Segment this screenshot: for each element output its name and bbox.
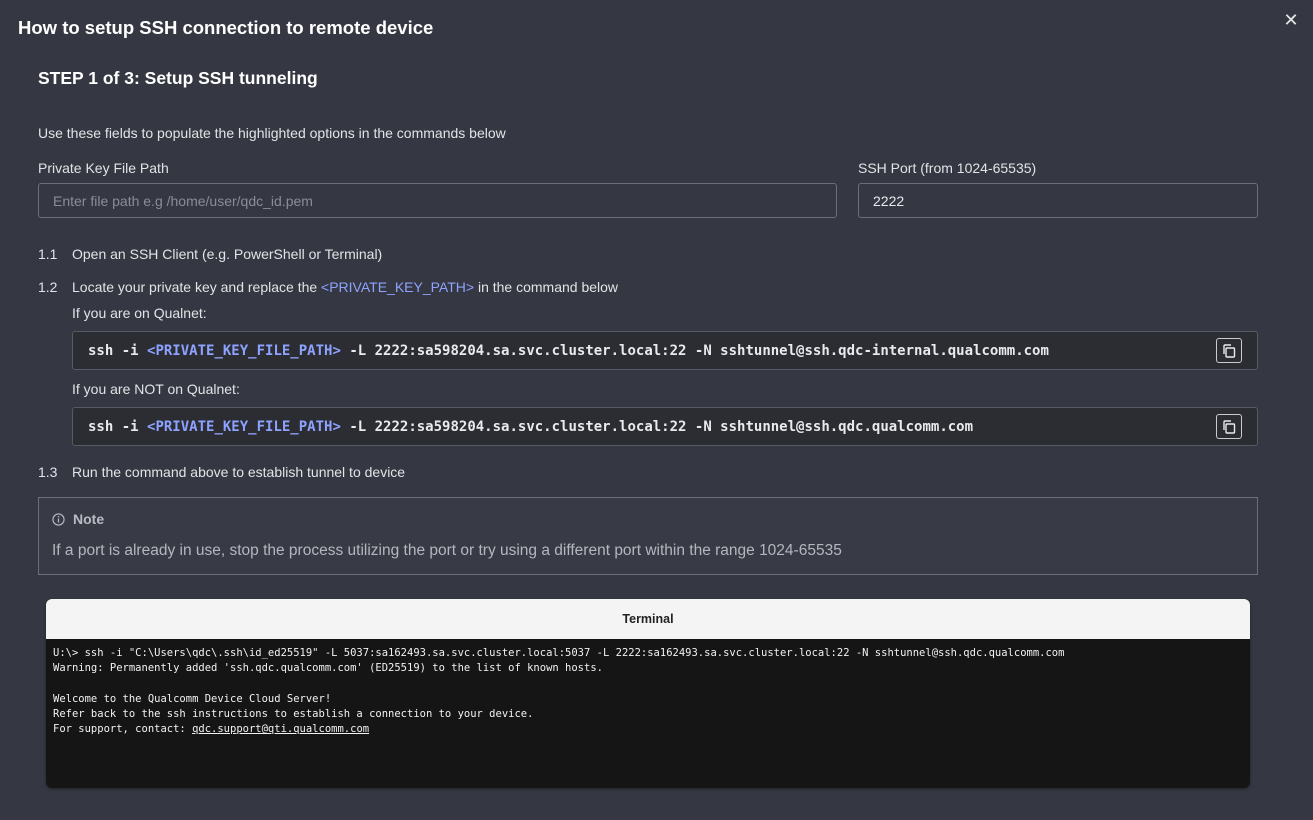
terminal-window: Terminal U:\> ssh -i "C:\Users\qdc\.ssh\… xyxy=(46,599,1250,788)
ssh-port-input[interactable] xyxy=(858,183,1258,218)
command-key-placeholder: <PRIVATE_KEY_FILE_PATH> xyxy=(147,342,341,359)
non-qualnet-label: If you are NOT on Qualnet: xyxy=(72,381,240,397)
step-text-before: Locate your private key and replace the xyxy=(72,279,322,295)
step-number: 1.2 xyxy=(38,279,58,295)
step-number: 1.1 xyxy=(38,246,58,262)
copy-icon xyxy=(1223,343,1236,358)
step-title: STEP 1 of 3: Setup SSH tunneling xyxy=(38,68,318,88)
support-email-link[interactable]: qdc.support@qti.qualcomm.com xyxy=(192,723,369,735)
step-1-2: 1.2 Locate your private key and replace t… xyxy=(38,279,618,295)
terminal-line: Refer back to the ssh instructions to es… xyxy=(53,708,534,721)
close-button[interactable]: ✕ xyxy=(1281,10,1301,30)
note-box: Note If a port is already in use, stop t… xyxy=(38,497,1258,575)
private-key-path-token: <PRIVATE_KEY_PATH> xyxy=(321,279,475,295)
step-text: Open an SSH Client (e.g. PowerShell or T… xyxy=(72,246,383,262)
close-icon: ✕ xyxy=(1283,9,1299,30)
terminal-line: U:\> ssh -i "C:\Users\qdc\.ssh\id_ed2551… xyxy=(53,647,1065,659)
ssh-port-label: SSH Port (from 1024-65535) xyxy=(858,160,1037,176)
copy-button[interactable] xyxy=(1216,414,1242,439)
copy-icon xyxy=(1223,419,1236,434)
terminal-line: ​ xyxy=(53,677,1243,692)
step-text-after: in the command below xyxy=(474,279,619,295)
step-text: Run the command above to establish tunne… xyxy=(72,464,406,480)
note-text: If a port is already in use, stop the pr… xyxy=(52,542,842,559)
dialog-title: How to setup SSH connection to remote de… xyxy=(18,17,434,38)
terminal-title: Terminal xyxy=(622,612,674,626)
key-path-input[interactable] xyxy=(38,183,837,218)
terminal-line: For support, contact: qdc.support@qti.qu… xyxy=(53,722,1243,737)
key-path-label: Private Key File Path xyxy=(38,160,169,176)
qualnet-label: If you are on Qualnet: xyxy=(72,305,207,321)
terminal-output: U:\> ssh -i "C:\Users\qdc\.ssh\id_ed2551… xyxy=(46,639,1250,745)
copy-button[interactable] xyxy=(1216,338,1242,363)
command-prefix: ssh -i xyxy=(88,342,148,359)
step-number: 1.3 xyxy=(38,464,58,480)
terminal-line: Warning: Permanently added 'ssh.qdc.qual… xyxy=(53,662,603,675)
step-1-1: 1.1 Open an SSH Client (e.g. PowerShell o… xyxy=(38,246,382,262)
intro-text: Use these fields to populate the highlig… xyxy=(38,125,506,141)
command-suffix: -L 2222:sa598204.sa.svc.cluster.local:22… xyxy=(340,342,1049,359)
terminal-line: Welcome to the Qualcomm Device Cloud Ser… xyxy=(53,692,332,705)
note-header: Note xyxy=(52,511,104,527)
command-prefix: ssh -i xyxy=(88,418,148,435)
command-key-placeholder: <PRIVATE_KEY_FILE_PATH> xyxy=(147,418,341,435)
qualnet-command-box: ssh -i <PRIVATE_KEY_FILE_PATH> -L 2222:s… xyxy=(72,331,1258,370)
non-qualnet-command-box: ssh -i <PRIVATE_KEY_FILE_PATH> -L 2222:s… xyxy=(72,407,1258,446)
step-1-3: 1.3 Run the command above to establish tu… xyxy=(38,464,405,480)
note-title: Note xyxy=(73,511,105,527)
support-prefix: For support, contact: xyxy=(53,723,193,736)
terminal-titlebar: Terminal xyxy=(46,599,1250,639)
info-icon xyxy=(52,512,65,526)
command-suffix: -L 2222:sa598204.sa.svc.cluster.local:22… xyxy=(340,418,974,435)
